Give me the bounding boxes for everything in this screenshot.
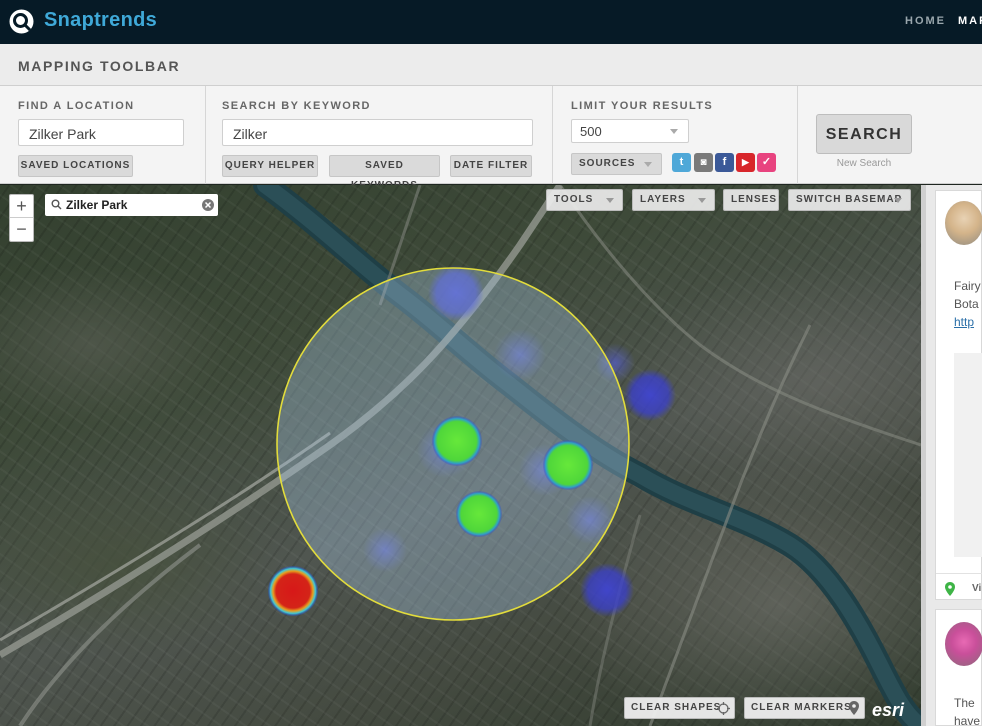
switch-basemap-dropdown[interactable]: SWITCH BASEMAP <box>788 189 911 211</box>
feed-card[interactable]: Fairy Bota http Vi <box>935 190 982 600</box>
youtube-icon[interactable]: ▶ <box>736 153 755 172</box>
zoom-out-button[interactable]: − <box>10 218 33 241</box>
crosshair-icon <box>717 702 730 715</box>
heatmap-hotspot <box>543 440 593 490</box>
chevron-down-icon <box>894 198 902 203</box>
tools-label: TOOLS <box>554 194 594 205</box>
query-helper-button[interactable]: QUERY HELPER <box>222 155 318 177</box>
view-on-map-link[interactable]: Vi <box>972 583 981 594</box>
heatmap-hotspot <box>456 491 502 537</box>
map-search-box[interactable]: Zilker Park <box>45 194 218 216</box>
clear-markers-button[interactable]: CLEAR MARKERS <box>744 697 865 719</box>
toolbar-divider <box>552 86 553 184</box>
location-pin-icon <box>945 582 955 596</box>
saved-keywords-button[interactable]: SAVED KEYWORDS <box>329 155 440 191</box>
map-overlay-layer <box>0 185 921 726</box>
post-text-line: Fairy <box>954 279 981 293</box>
sources-dropdown[interactable]: SOURCES <box>571 153 662 175</box>
toolbar-divider <box>205 86 206 184</box>
sources-label: SOURCES <box>579 158 636 169</box>
date-filter-button[interactable]: DATE FILTER <box>450 155 532 177</box>
clear-markers-label: CLEAR MARKERS <box>751 702 852 713</box>
switch-basemap-label: SWITCH BASEMAP <box>796 194 903 205</box>
result-limit-value: 500 <box>580 124 602 139</box>
nav-home-link[interactable]: HOME <box>905 15 946 27</box>
map-canvas[interactable] <box>0 185 921 726</box>
post-link[interactable]: http <box>954 315 974 329</box>
toolbar-title: MAPPING TOOLBAR <box>18 58 181 74</box>
saved-locations-button[interactable]: SAVED LOCATIONS <box>18 155 133 177</box>
card-divider <box>936 573 982 574</box>
map-search-value: Zilker Park <box>66 198 128 212</box>
instagram-icon[interactable]: ◙ <box>694 153 713 172</box>
find-location-input[interactable]: Zilker Park <box>18 119 184 146</box>
keyword-input[interactable]: Zilker <box>222 119 533 146</box>
zoom-control: + − <box>9 194 34 242</box>
twitter-icon[interactable]: t <box>672 153 691 172</box>
heatmap-hotspot <box>432 416 482 466</box>
lenses-button[interactable]: LENSES <box>723 189 779 211</box>
esri-logo: esri <box>872 700 905 720</box>
avatar[interactable] <box>945 622 982 666</box>
clear-shapes-label: CLEAR SHAPES <box>631 702 722 713</box>
tools-dropdown[interactable]: TOOLS <box>546 189 623 211</box>
clear-shapes-button[interactable]: CLEAR SHAPES <box>624 697 735 719</box>
heatmap-blob <box>624 369 676 421</box>
lenses-label: LENSES <box>731 194 778 205</box>
find-location-label: FIND A LOCATION <box>18 100 135 112</box>
facebook-icon[interactable]: f <box>715 153 734 172</box>
brand-name[interactable]: Snaptrends <box>44 9 157 32</box>
mapping-toolbar-header: MAPPING TOOLBAR <box>0 44 982 86</box>
feed-scrollbar[interactable] <box>921 185 926 726</box>
post-text-line: The <box>954 696 975 710</box>
chevron-down-icon <box>670 129 678 134</box>
heatmap-hotspot <box>268 566 318 616</box>
toolbar-divider <box>797 86 798 184</box>
heatmap-blob <box>580 563 634 617</box>
new-search-link[interactable]: New Search <box>816 158 912 169</box>
snaptrends-logo-icon[interactable] <box>8 8 35 35</box>
top-navigation-bar: Snaptrends HOME MAP <box>0 0 982 44</box>
post-text-line: Bota <box>954 297 979 311</box>
layers-label: LAYERS <box>640 194 686 205</box>
limit-results-label: LIMIT YOUR RESULTS <box>571 100 714 112</box>
result-limit-select[interactable]: 500 <box>571 119 689 143</box>
feed-card[interactable]: The have <box>935 609 982 726</box>
search-keyword-label: SEARCH BY KEYWORD <box>222 100 371 112</box>
foursquare-icon[interactable]: ✓ <box>757 153 776 172</box>
post-media-placeholder[interactable] <box>954 353 982 557</box>
clear-search-icon[interactable] <box>202 199 214 211</box>
search-button[interactable]: SEARCH <box>816 114 912 154</box>
search-icon <box>51 199 62 210</box>
layers-dropdown[interactable]: LAYERS <box>632 189 715 211</box>
chevron-down-icon <box>698 198 706 203</box>
avatar[interactable] <box>945 201 982 245</box>
nav-map-link[interactable]: MAP <box>958 15 982 27</box>
post-text-line: have <box>954 714 981 726</box>
zoom-in-button[interactable]: + <box>10 195 33 218</box>
chevron-down-icon <box>606 198 614 203</box>
map-pin-icon <box>849 701 859 715</box>
chevron-down-icon <box>644 162 652 167</box>
